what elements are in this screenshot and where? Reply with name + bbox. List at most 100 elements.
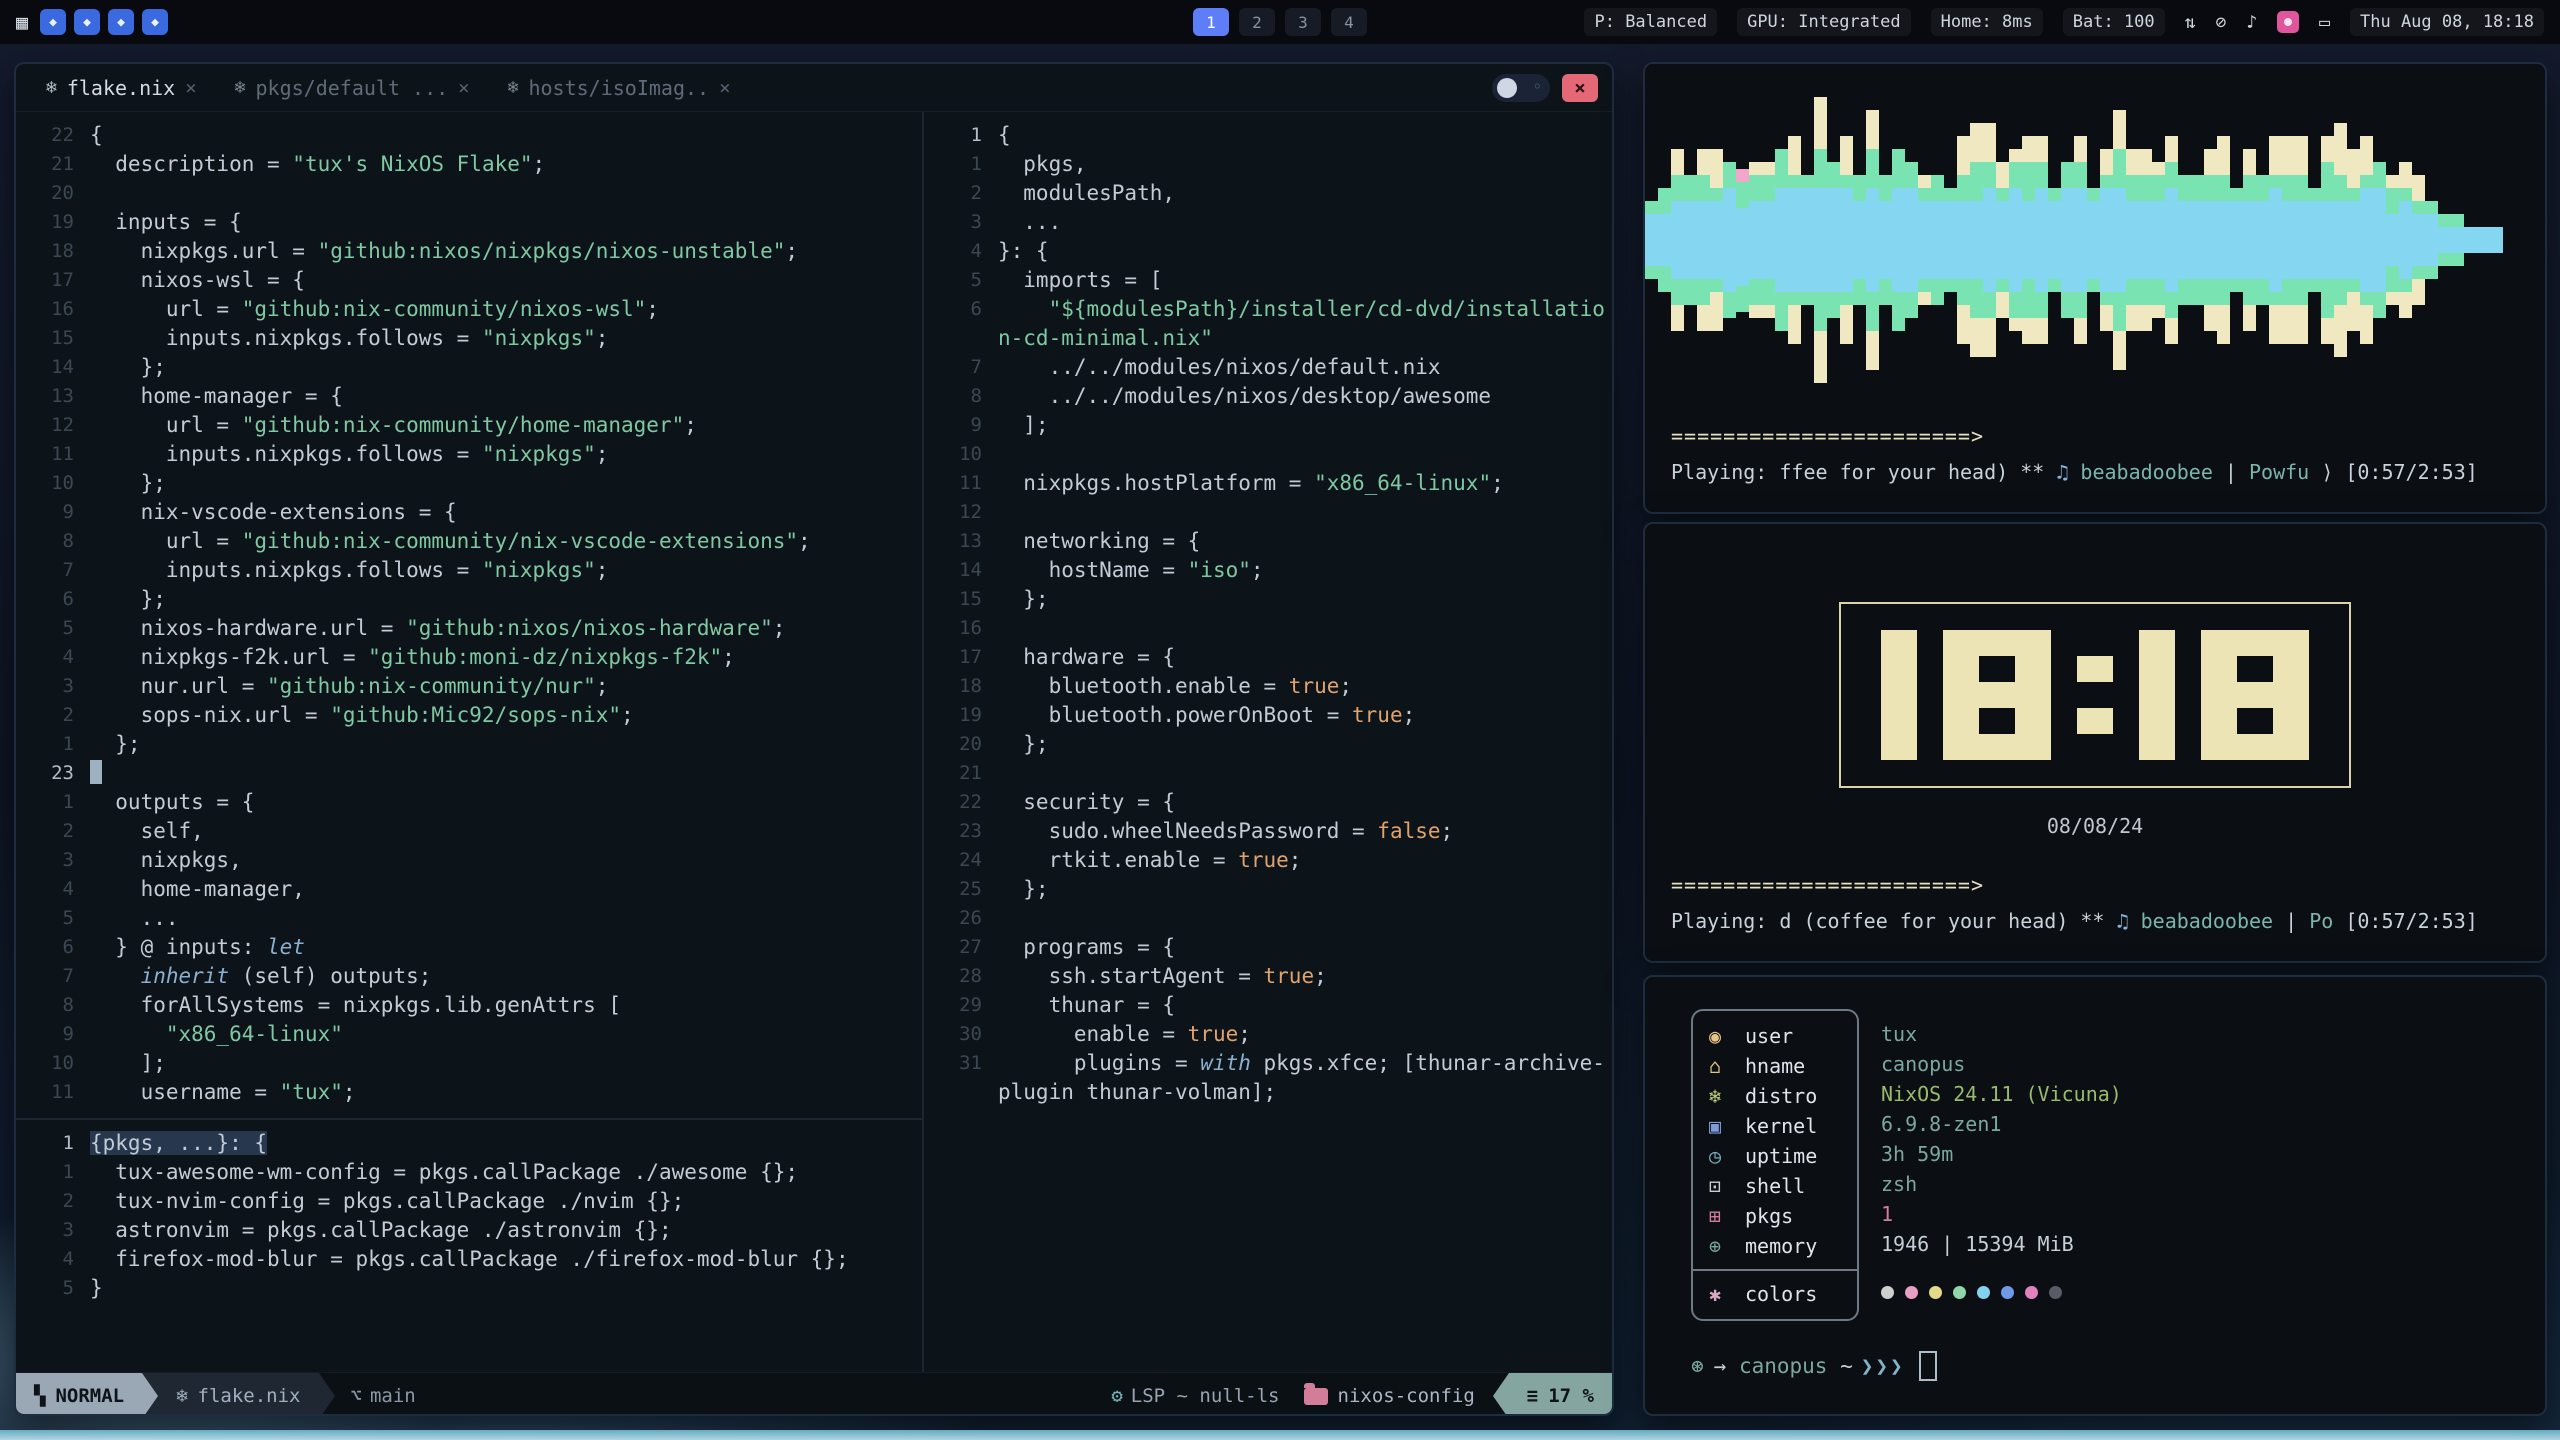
network-icon[interactable]: ⇅ <box>2185 12 2196 33</box>
prompt-token: → <box>1714 1354 1739 1378</box>
audio-icon[interactable]: ♪ <box>2246 12 2257 33</box>
workspace-button[interactable]: 1 <box>1193 8 1229 36</box>
code-line: 22 security = { <box>924 787 1612 816</box>
code-line: 2 self, <box>16 816 922 845</box>
viz-bar <box>2477 90 2490 390</box>
tab-close-icon[interactable]: × <box>719 77 730 99</box>
fetch-divider <box>1693 1269 1857 1271</box>
powerline-separator <box>1493 1373 1509 1416</box>
line-number: 2 <box>16 704 90 726</box>
git-branch[interactable]: ⌥ main <box>351 1385 416 1407</box>
code-text: }; <box>998 732 1049 756</box>
line-number: 17 <box>924 646 998 668</box>
viz-bar <box>2399 90 2412 390</box>
code-line: 1 pkgs, <box>924 149 1612 178</box>
app-menu-icon[interactable]: ▦ <box>16 10 28 34</box>
code-text: ... <box>90 906 179 930</box>
ping-status[interactable]: Home: 8ms <box>1931 8 2043 36</box>
clock-date-display[interactable]: Thu Aug 08, 18:18 <box>2350 8 2544 36</box>
os-icon: ⊛ <box>1691 1354 1704 1378</box>
line-number: 30 <box>924 1023 998 1045</box>
pinned-app-icon[interactable]: ◆ <box>74 9 100 35</box>
fetch-window[interactable]: ◉user⌂hname❄distro▣kernel◷uptime⊡shell⊞p… <box>1643 975 2547 1416</box>
power-profile-status[interactable]: P: Balanced <box>1584 8 1717 36</box>
line-number: 27 <box>924 936 998 958</box>
display-icon[interactable]: ▭ <box>2319 12 2330 33</box>
code-text: inputs.nixpkgs.follows = "nixpkgs"; <box>90 442 608 466</box>
viz-bar <box>2308 90 2321 390</box>
code-text: modulesPath, <box>998 181 1175 205</box>
music-visualizer-window[interactable]: =======================> Playing: ffee f… <box>1643 62 2547 514</box>
pane-flake-nix[interactable]: 22{21 description = "tux's NixOS Flake";… <box>16 112 922 1118</box>
code-text: }; <box>998 587 1049 611</box>
line-number: 19 <box>16 211 90 233</box>
code-line: 2 sops-nix.url = "github:Mic92/sops-nix"… <box>16 700 922 729</box>
viz-bar <box>1879 90 1892 390</box>
viz-bar <box>1957 90 1970 390</box>
code-line: 1{ <box>924 120 1612 149</box>
editor-tabs: ❄flake.nix×❄pkgs/default ...×❄hosts/isoI… <box>30 64 747 112</box>
viz-bar <box>1892 90 1905 390</box>
project-name[interactable]: nixos-config <box>1338 1385 1475 1407</box>
line-number: 13 <box>16 385 90 407</box>
viz-bar <box>2412 90 2425 390</box>
now-playing-line: Playing: ffee for your head) ** ♫ beabad… <box>1671 460 2525 484</box>
fetch-values: tuxcanopusNixOS 24.11 (Vicuna)6.9.8-zen1… <box>1881 1009 2122 1307</box>
clock-window[interactable]: 08/08/24 =======================> Playin… <box>1643 522 2547 963</box>
window-close-button[interactable]: × <box>1562 74 1598 102</box>
line-number: 24 <box>924 849 998 871</box>
code-text: pkgs, <box>998 152 1087 176</box>
battery-status[interactable]: Bat: 100 <box>2063 8 2165 36</box>
record-indicator-icon[interactable] <box>2277 11 2299 33</box>
code-line: 24 rtkit.enable = true; <box>924 845 1612 874</box>
code-line: 4 firefox-mod-blur = pkgs.callPackage ./… <box>16 1244 922 1273</box>
toggle-knob <box>1497 78 1517 98</box>
privacy-icon[interactable]: ⊘ <box>2215 12 2226 33</box>
pane-hosts-iso-image[interactable]: 1{1 pkgs,2 modulesPath,3 ...4}: {5 impor… <box>924 112 1612 1372</box>
code-text: self, <box>90 819 204 843</box>
line-number: 7 <box>16 559 90 581</box>
code-text <box>90 760 102 785</box>
current-file[interactable]: ❄ flake.nix <box>158 1373 318 1416</box>
code-text: inputs.nixpkgs.follows = "nixpkgs"; <box>90 326 608 350</box>
viz-bar <box>1983 90 1996 390</box>
pinned-app-icon[interactable]: ◆ <box>142 9 168 35</box>
line-number: 20 <box>16 182 90 204</box>
workspace-button[interactable]: 2 <box>1239 8 1275 36</box>
powerline-separator <box>319 1373 335 1416</box>
theme-toggle[interactable] <box>1492 74 1550 102</box>
editor-tab[interactable]: ❄pkgs/default ...× <box>219 64 486 112</box>
prompt-token: ❯❯❯ <box>1861 1354 1905 1378</box>
viz-bar <box>2152 90 2165 390</box>
editor-content: 22{21 description = "tux's NixOS Flake";… <box>16 112 1612 1372</box>
pinned-app-icon[interactable]: ◆ <box>108 9 134 35</box>
gpu-status[interactable]: GPU: Integrated <box>1737 8 1911 36</box>
code-line: 28 ssh.startAgent = true; <box>924 961 1612 990</box>
viz-bar <box>1905 90 1918 390</box>
code-line: 1 outputs = { <box>16 787 922 816</box>
editor-window: ❄flake.nix×❄pkgs/default ...×❄hosts/isoI… <box>14 62 1614 1416</box>
fetch-kernel-icon: ▣ <box>1709 1114 1733 1138</box>
color-dot <box>1953 1286 1966 1299</box>
color-dot <box>2049 1286 2062 1299</box>
shell-prompt[interactable]: ⊛→ canopus ~❯❯❯ <box>1691 1351 2545 1381</box>
editor-tab[interactable]: ❄flake.nix× <box>30 64 213 112</box>
code-line: 1 tux-awesome-wm-config = pkgs.callPacka… <box>16 1157 922 1186</box>
pinned-app-icon[interactable]: ◆ <box>40 9 66 35</box>
code-line: 4 home-manager, <box>16 874 922 903</box>
code-line: 18 bluetooth.enable = true; <box>924 671 1612 700</box>
player-status-lines: =======================> Playing: ffee f… <box>1671 424 2525 484</box>
workspace-button[interactable]: 4 <box>1331 8 1367 36</box>
editor-tab[interactable]: ❄hosts/isoImag..× <box>492 64 747 112</box>
fetch-row: ⊞pkgs <box>1693 1201 1857 1231</box>
tab-close-icon[interactable]: × <box>185 77 196 99</box>
code-line: 21 <box>924 758 1612 787</box>
line-number: 11 <box>16 443 90 465</box>
tab-close-icon[interactable]: × <box>458 77 469 99</box>
viz-bar <box>2321 90 2334 390</box>
fetch-row-colors: ✱colors <box>1693 1279 1857 1309</box>
workspace-button[interactable]: 3 <box>1285 8 1321 36</box>
pane-pkgs-default-nix[interactable]: 1{pkgs, ...}: {1 tux-awesome-wm-config =… <box>16 1118 922 1372</box>
statusline-right: ⚙ LSP ~ null-ls nixos-config ≡ 17 % <box>1111 1373 1612 1416</box>
line-number: 22 <box>16 124 90 146</box>
